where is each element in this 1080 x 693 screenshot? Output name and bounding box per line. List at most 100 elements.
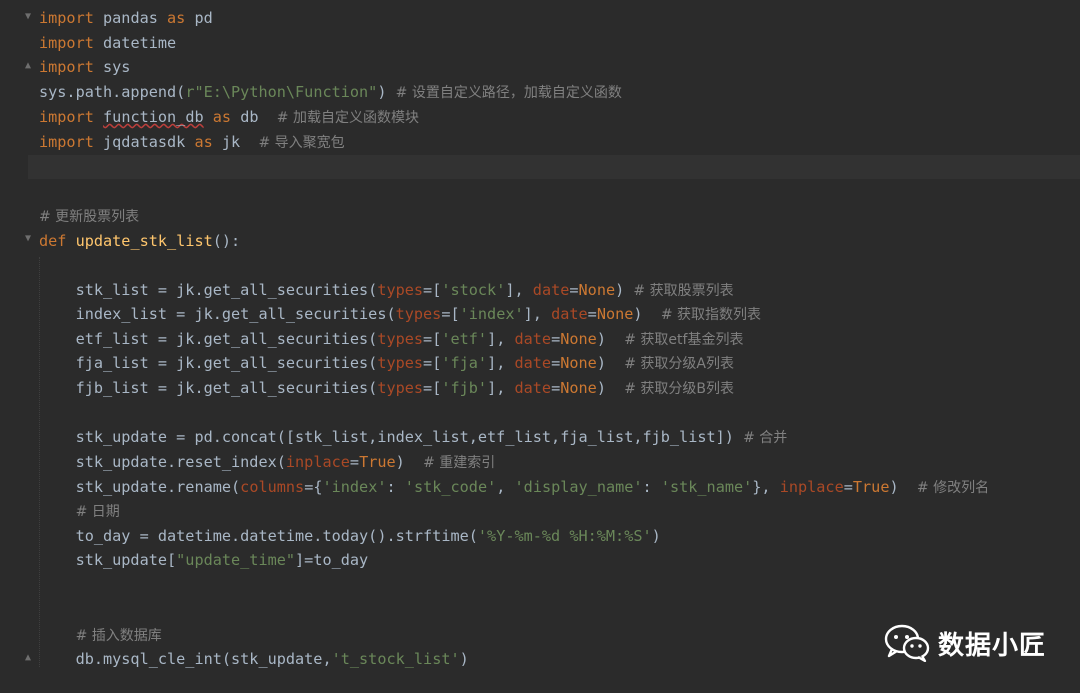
code-token: etf_list = jk.get_all_securities( xyxy=(39,330,378,348)
keyword: as xyxy=(167,9,186,27)
param-name: inplace xyxy=(285,453,350,471)
code-comment: # 重建索引 xyxy=(423,455,496,471)
code-token: pandas xyxy=(93,9,168,27)
code-line-20: stk_update.rename(columns={'index': 'stk… xyxy=(39,475,990,499)
code-line-10: def update_stk_list(): xyxy=(39,229,240,253)
param-name: date xyxy=(514,379,552,397)
code-token: =[ xyxy=(423,379,442,397)
watermark: 数据小匠 xyxy=(884,622,1046,664)
code-token: : xyxy=(386,478,405,496)
code-token: to_day = datetime.datetime.today().strft… xyxy=(39,527,478,545)
code-token: ) xyxy=(615,281,634,299)
code-comment: # 日期 xyxy=(75,504,120,520)
code-token: fja_list = jk.get_all_securities( xyxy=(39,354,378,372)
param-name: types xyxy=(377,281,424,299)
string-literal: '%Y-%m-%d %H:%M:%S' xyxy=(477,527,652,545)
string-literal: 'fjb' xyxy=(441,379,488,397)
keyword: True xyxy=(359,453,396,471)
code-comment: # 导入聚宽包 xyxy=(258,135,345,151)
keyword: None xyxy=(560,330,597,348)
string-literal: 'stk_code' xyxy=(404,478,497,496)
string-literal: 'etf' xyxy=(441,330,488,348)
fold-marker-icon[interactable]: ▲ xyxy=(25,653,35,663)
code-token: =[ xyxy=(423,281,442,299)
code-token: = xyxy=(551,379,561,397)
keyword: None xyxy=(560,354,597,372)
param-name: columns xyxy=(240,478,305,496)
code-token: ) xyxy=(889,478,917,496)
function-name: update_stk_list xyxy=(75,232,213,250)
keyword: None xyxy=(578,281,616,299)
keyword: None xyxy=(560,379,597,397)
code-line-1: import pandas as pd xyxy=(39,6,213,30)
keyword: import xyxy=(39,58,94,76)
fold-marker-icon[interactable]: ▼ xyxy=(25,234,35,244)
code-comment: # 更新股票列表 xyxy=(39,209,140,225)
code-token: ) xyxy=(596,354,625,372)
code-line-14: etf_list = jk.get_all_securities(types=[… xyxy=(39,327,744,351)
code-line-26: # 插入数据库 xyxy=(39,623,162,647)
code-editor[interactable]: ▼ ▲ ▼ ▲ import pandas as pd import datet… xyxy=(0,0,1080,693)
code-comment: # 获取股票列表 xyxy=(633,283,734,299)
code-token: ) xyxy=(459,650,469,668)
code-comment: # 加载自定义函数模块 xyxy=(276,110,419,126)
keyword: as xyxy=(194,133,213,151)
code-line-12: stk_list = jk.get_all_securities(types=[… xyxy=(39,278,734,302)
string-literal: "update_time" xyxy=(176,551,296,569)
code-token: stk_update.reset_index( xyxy=(39,453,286,471)
code-token: =[ xyxy=(441,305,460,323)
code-token: jk xyxy=(212,133,259,151)
code-comment: # 插入数据库 xyxy=(75,628,162,644)
code-comment: # 获取分级B列表 xyxy=(624,381,735,397)
param-name: types xyxy=(395,305,442,323)
code-comment: # 获取分级A列表 xyxy=(624,356,735,372)
code-token: =[ xyxy=(423,330,442,348)
string-literal: 'index' xyxy=(322,478,387,496)
code-token: ) xyxy=(651,527,661,545)
param-name: date xyxy=(532,281,570,299)
code-comment: # 合并 xyxy=(743,430,788,446)
param-name: date xyxy=(551,305,588,323)
string-literal: 'stk_name' xyxy=(660,478,753,496)
code-token: pd xyxy=(185,9,213,27)
code-line-19: stk_update.reset_index(inplace=True) # 重… xyxy=(39,450,496,474)
param-name: date xyxy=(514,330,552,348)
code-comment: # 修改列名 xyxy=(916,480,990,496)
code-line-22: to_day = datetime.datetime.today().strft… xyxy=(39,524,661,548)
code-token: ) xyxy=(596,330,625,348)
string-literal: 't_stock_list' xyxy=(331,650,460,668)
code-token: db.mysql_cle_int(stk_update, xyxy=(39,650,332,668)
code-line-9: # 更新股票列表 xyxy=(39,204,139,228)
code-token: ], xyxy=(523,305,552,323)
code-token: ={ xyxy=(304,478,323,496)
code-line-13: index_list = jk.get_all_securities(types… xyxy=(39,302,761,326)
fold-marker-icon[interactable]: ▲ xyxy=(25,61,35,71)
code-token: ) xyxy=(377,83,396,101)
code-token: stk_update[ xyxy=(39,551,177,569)
code-token: ], xyxy=(487,379,515,397)
code-token: stk_update = pd.concat([stk_list,index_l… xyxy=(39,428,744,446)
code-line-6: import jqdatasdk as jk # 导入聚宽包 xyxy=(39,130,345,154)
fold-marker-icon[interactable]: ▼ xyxy=(25,12,35,22)
param-name: types xyxy=(377,379,424,397)
param-name: inplace xyxy=(779,478,844,496)
code-token: stk_update.rename( xyxy=(39,478,241,496)
param-name: date xyxy=(514,354,552,372)
code-token: = xyxy=(569,281,579,299)
code-token: sys xyxy=(93,58,131,76)
string-literal: r"E:\Python\Function" xyxy=(185,83,378,101)
code-comment: # 设置自定义路径，加载自定义函数 xyxy=(395,85,622,101)
keyword: import xyxy=(39,9,94,27)
code-line-23: stk_update["update_time"]=to_day xyxy=(39,548,369,572)
code-line-16: fjb_list = jk.get_all_securities(types=[… xyxy=(39,376,734,400)
code-token: sys.path.append( xyxy=(39,83,186,101)
code-token: ) xyxy=(633,305,661,323)
unresolved-module-token: function_db xyxy=(103,108,204,126)
code-line-2: import datetime xyxy=(39,31,176,55)
code-token: (): xyxy=(212,232,241,250)
code-comment: # 获取指数列表 xyxy=(660,307,762,323)
editor-gutter: ▼ ▲ ▼ ▲ xyxy=(0,0,31,693)
code-line-18: stk_update = pd.concat([stk_list,index_l… xyxy=(39,425,788,449)
